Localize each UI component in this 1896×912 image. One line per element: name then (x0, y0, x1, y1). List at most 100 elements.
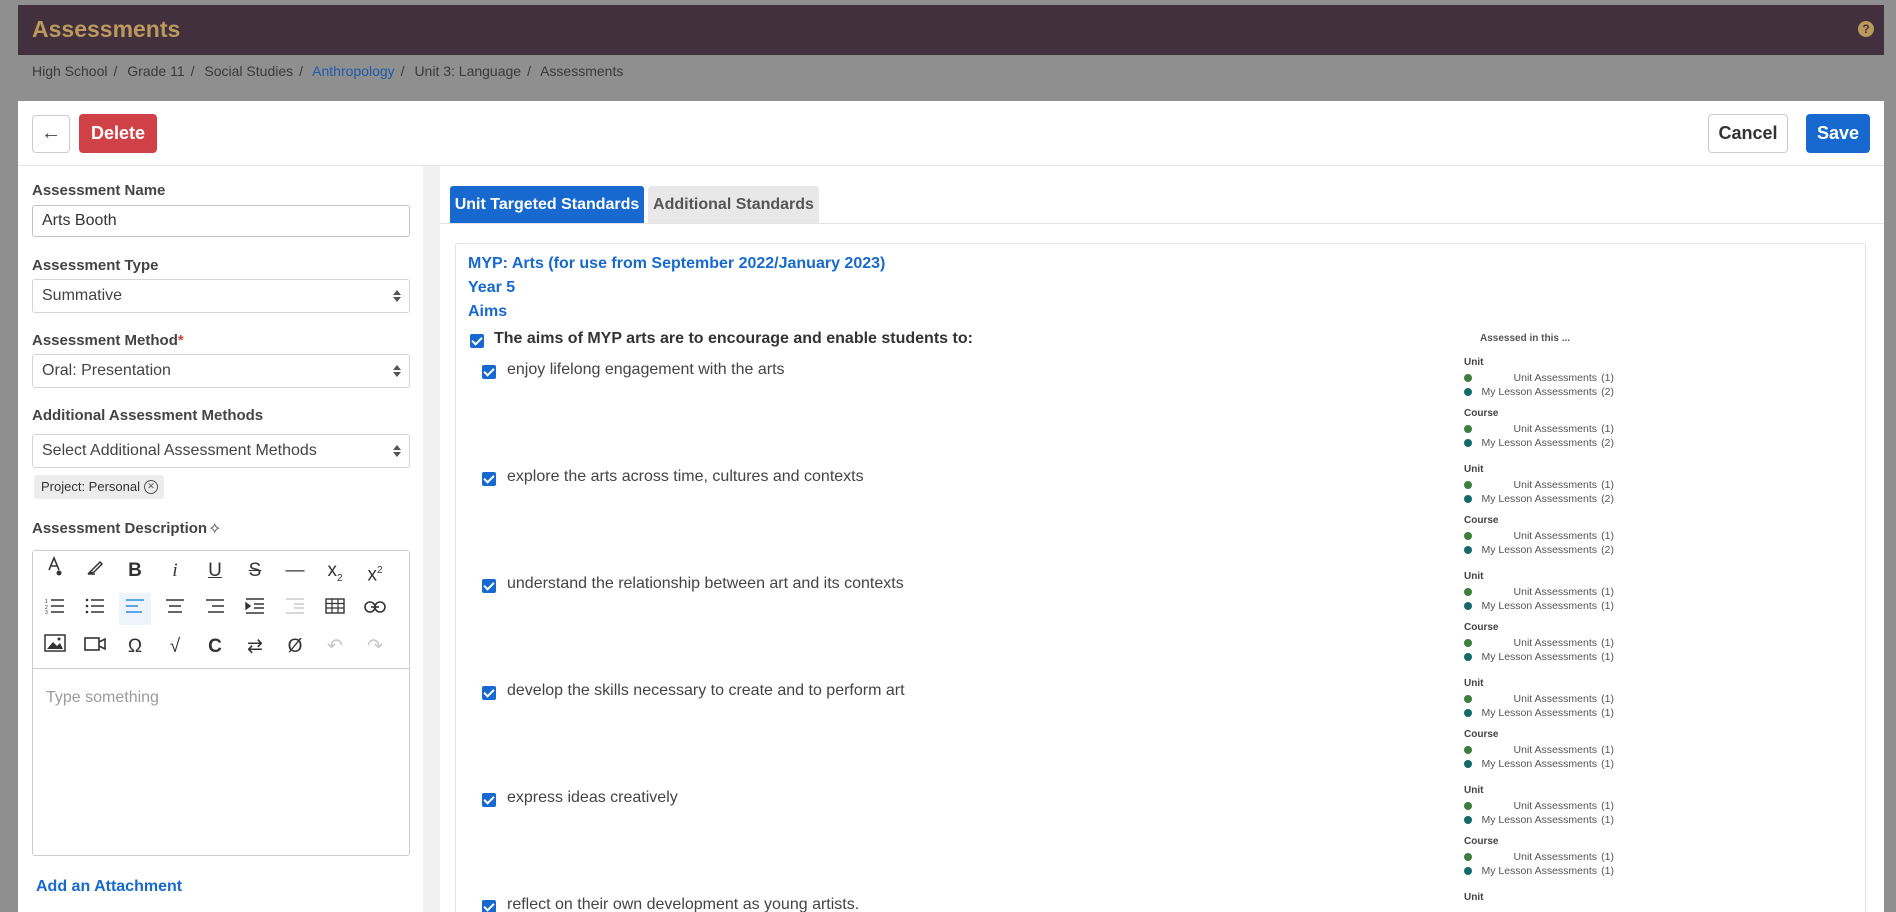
breadcrumb-subject: Social Studies (204, 63, 294, 79)
help-icon[interactable]: ? (1858, 21, 1874, 37)
subscript-icon[interactable]: x2 (319, 555, 351, 587)
font-color-icon[interactable] (39, 555, 71, 587)
stats-unit-label: Unit (1464, 464, 1484, 475)
table-icon[interactable] (319, 593, 351, 625)
standard-checkbox[interactable] (482, 579, 496, 593)
assessment-method-select[interactable]: Oral: Presentation (32, 354, 410, 388)
select-arrows-icon (393, 445, 401, 457)
editor-toolbar: B i U S — x2 x2 123 Ω √ C ⇄ Ø ↶ ↷ (33, 551, 409, 669)
save-button[interactable]: Save (1806, 114, 1870, 153)
app-header: Assessments ? (18, 5, 1884, 55)
special-char-icon[interactable]: Ω (119, 631, 151, 663)
ai-sparkle-icon[interactable]: ✧ (208, 519, 221, 539)
cancel-button[interactable]: Cancel (1708, 114, 1788, 153)
breadcrumb: High School / Grade 11/ Social Studies / A… (32, 63, 624, 79)
stat-row: My Lesson Assessments (2) (1464, 386, 1614, 398)
outdent-icon[interactable] (279, 593, 311, 625)
video-icon[interactable] (79, 631, 111, 663)
highlight-icon[interactable] (79, 555, 111, 587)
clear-format-icon[interactable]: Ø (279, 631, 311, 663)
indent-icon[interactable] (239, 593, 271, 625)
stats-unit-label: Unit (1464, 785, 1484, 796)
additional-methods-select[interactable]: Select Additional Assessment Methods (32, 434, 410, 468)
standard-checkbox[interactable] (482, 900, 496, 912)
stat-row: Unit Assessments (1) (1464, 744, 1614, 756)
stat-row: My Lesson Assessments (1) (1464, 600, 1614, 612)
align-center-icon[interactable] (159, 593, 191, 625)
breadcrumb-course-link[interactable]: Anthropology (312, 63, 395, 79)
ordered-list-icon[interactable]: 123 (39, 593, 71, 625)
bullet-list-icon[interactable] (79, 593, 111, 625)
standard-checkbox[interactable] (482, 793, 496, 807)
align-right-icon[interactable] (199, 593, 231, 625)
bold-icon[interactable]: B (119, 555, 151, 587)
breadcrumb-grade: Grade 11 (127, 63, 185, 79)
assessment-type-value: Summative (42, 287, 123, 304)
back-button[interactable]: ← (32, 115, 70, 153)
stat-row: My Lesson Assessments (1) (1464, 814, 1614, 826)
replace-icon[interactable]: ⇄ (239, 631, 271, 663)
column-divider (423, 166, 440, 912)
link-icon[interactable] (359, 593, 391, 625)
stats-course-label: Course (1464, 515, 1499, 526)
tab-additional-standards[interactable]: Additional Standards (648, 186, 819, 224)
stat-row: My Lesson Assessments (2) (1464, 437, 1614, 449)
horizontal-rule-icon[interactable]: — (279, 555, 311, 587)
stat-row: My Lesson Assessments (1) (1464, 707, 1614, 719)
remove-tag-icon[interactable]: ✕ (144, 480, 158, 494)
stat-row: My Lesson Assessments (1) (1464, 758, 1614, 770)
stat-row: Unit Assessments (1) (1464, 530, 1614, 542)
redo-icon[interactable]: ↷ (359, 631, 391, 663)
delete-button[interactable]: Delete (79, 114, 157, 153)
stat-row: My Lesson Assessments (2) (1464, 544, 1614, 556)
tab-unit-targeted-standards[interactable]: Unit Targeted Standards (450, 186, 644, 224)
stat-row: Unit Assessments (1) (1464, 693, 1614, 705)
description-editor: B i U S — x2 x2 123 Ω √ C ⇄ Ø ↶ ↷ Type s… (32, 550, 410, 856)
stat-row: Unit Assessments (1) (1464, 479, 1614, 491)
standard-checkbox[interactable] (482, 472, 496, 486)
align-left-icon[interactable] (119, 593, 151, 625)
standard-text: enjoy lifelong engagement with the arts (507, 361, 785, 378)
undo-icon[interactable]: ↶ (319, 631, 351, 663)
standard-text: reflect on their own development as youn… (507, 896, 860, 912)
additional-methods-placeholder: Select Additional Assessment Methods (42, 442, 317, 459)
stat-row: Unit Assessments (1) (1464, 423, 1614, 435)
name-label: Assessment Name (32, 182, 166, 199)
svg-text:3: 3 (45, 610, 48, 614)
stats-unit-label: Unit (1464, 571, 1484, 582)
standard-text: explore the arts across time, cultures a… (507, 468, 864, 485)
description-label: Assessment Description (32, 520, 208, 537)
year-title[interactable]: Year 5 (468, 279, 515, 297)
select-arrows-icon (393, 290, 401, 302)
math-icon[interactable]: √ (159, 631, 191, 663)
stat-row: Unit Assessments (1) (1464, 372, 1614, 384)
underline-icon[interactable]: U (199, 555, 231, 587)
code-icon[interactable]: C (199, 631, 231, 663)
italic-icon[interactable]: i (159, 555, 191, 587)
add-attachment-link[interactable]: Add an Attachment (36, 878, 182, 896)
standard-checkbox[interactable] (482, 686, 496, 700)
section-title[interactable]: Aims (468, 303, 507, 321)
assessment-name-input[interactable] (32, 205, 410, 237)
superscript-icon[interactable]: x2 (359, 555, 391, 587)
parent-standard-checkbox[interactable] (470, 334, 484, 348)
editor-placeholder[interactable]: Type something (46, 689, 159, 707)
standards-card: MYP: Arts (for use from September 2022/J… (455, 243, 1866, 912)
stats-unit-label: Unit (1464, 357, 1484, 368)
stat-row: Unit Assessments (1) (1464, 851, 1614, 863)
framework-title[interactable]: MYP: Arts (for use from September 2022/J… (468, 255, 885, 273)
breadcrumb-unit: Unit 3: Language (414, 63, 522, 79)
assessment-editor-panel: ← Delete Cancel Save Assessment Name Ass… (18, 101, 1884, 912)
stats-course-label: Course (1464, 836, 1499, 847)
strikethrough-icon[interactable]: S (239, 555, 271, 587)
tag-label: Project: Personal (41, 479, 140, 494)
standard-text: express ideas creatively (507, 789, 678, 806)
breadcrumb-current: Assessments (540, 63, 624, 79)
standard-checkbox[interactable] (482, 365, 496, 379)
standard-text: develop the skills necessary to create a… (507, 682, 905, 699)
assessment-method-value: Oral: Presentation (42, 362, 171, 379)
method-tag: Project: Personal ✕ (34, 475, 164, 499)
assessment-type-select[interactable]: Summative (32, 279, 410, 313)
stat-row: Unit Assessments (1) (1464, 800, 1614, 812)
image-icon[interactable] (39, 631, 71, 663)
